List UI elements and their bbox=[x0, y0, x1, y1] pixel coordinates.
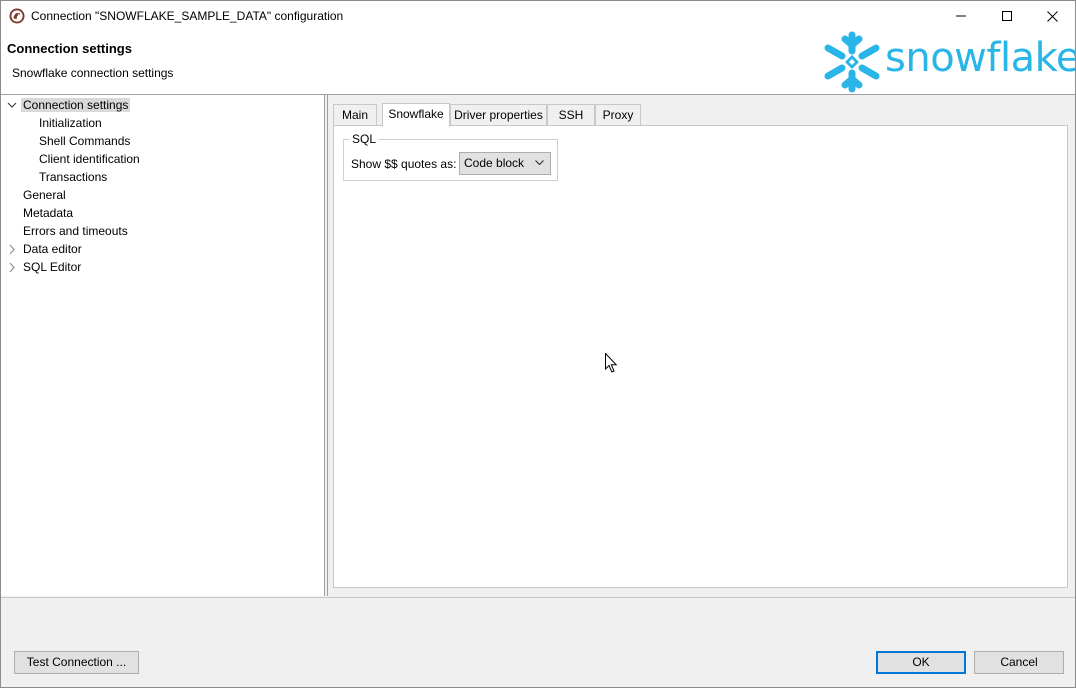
tree-item-initialization[interactable]: Initialization bbox=[37, 115, 104, 132]
minimize-icon bbox=[956, 15, 966, 17]
quotes-mode-select[interactable]: Code block bbox=[459, 152, 551, 175]
snowflake-tab-panel: SQL Show $$ quotes as: Code block bbox=[333, 125, 1068, 588]
dbeaver-app-icon bbox=[9, 8, 25, 24]
page-subtitle: Snowflake connection settings bbox=[12, 66, 174, 80]
tree-item-label: Initialization bbox=[39, 116, 102, 130]
minimize-button[interactable] bbox=[938, 1, 984, 31]
title-bar: Connection "SNOWFLAKE_SAMPLE_DATA" confi… bbox=[1, 1, 1075, 31]
tree-item-label: Errors and timeouts bbox=[23, 224, 128, 238]
tab-main[interactable]: Main bbox=[333, 104, 377, 125]
tab-snowflake[interactable]: Snowflake bbox=[382, 103, 450, 127]
sql-group: SQL Show $$ quotes as: Code block bbox=[343, 132, 558, 181]
ok-button[interactable]: OK bbox=[876, 651, 966, 674]
tree-item-shell-commands[interactable]: Shell Commands bbox=[37, 133, 132, 150]
tree-item-label: Client identification bbox=[39, 152, 140, 166]
maximize-icon bbox=[1002, 11, 1012, 21]
tree-item-metadata[interactable]: Metadata bbox=[21, 205, 75, 222]
quotes-mode-value: Code block bbox=[464, 156, 525, 170]
chevron-down-icon bbox=[535, 160, 544, 166]
close-button[interactable] bbox=[1029, 1, 1075, 31]
tree-item-label: SQL Editor bbox=[23, 260, 82, 274]
tree-item-label: Metadata bbox=[23, 206, 74, 220]
dialog-button-bar: Test Connection ... OK Cancel bbox=[1, 597, 1075, 687]
tree-item-sql-editor[interactable]: SQL Editor bbox=[9, 259, 83, 276]
window-title: Connection "SNOWFLAKE_SAMPLE_DATA" confi… bbox=[31, 9, 344, 23]
maximize-button[interactable] bbox=[984, 1, 1030, 31]
close-icon bbox=[1046, 10, 1058, 22]
panel-splitter[interactable] bbox=[325, 95, 328, 596]
sql-group-title: SQL bbox=[350, 132, 379, 146]
tab-driver-properties[interactable]: Driver properties bbox=[450, 104, 547, 125]
tree-item-label: Shell Commands bbox=[39, 134, 131, 148]
snowflake-logo: snowflake bbox=[819, 31, 1075, 93]
chevron-right-icon[interactable] bbox=[6, 241, 18, 258]
tree-item-label: Transactions bbox=[39, 170, 108, 184]
mouse-pointer-icon bbox=[605, 353, 618, 373]
chevron-down-icon[interactable] bbox=[6, 97, 18, 114]
cancel-button[interactable]: Cancel bbox=[974, 651, 1064, 674]
quotes-field-label: Show $$ quotes as: bbox=[351, 157, 457, 171]
tree-item-client-identification[interactable]: Client identification bbox=[37, 151, 142, 168]
snowflake-wordmark: snowflake bbox=[885, 35, 1076, 81]
snowflake-icon bbox=[824, 31, 880, 93]
tree-item-connection-settings[interactable]: Connection settings bbox=[7, 97, 131, 114]
tree-item-label: General bbox=[23, 188, 66, 202]
tree-item-general[interactable]: General bbox=[21, 187, 68, 204]
tree-item-label: Data editor bbox=[23, 242, 82, 256]
tab-ssh[interactable]: SSH bbox=[547, 104, 595, 125]
connection-config-dialog: Connection "SNOWFLAKE_SAMPLE_DATA" confi… bbox=[0, 0, 1076, 688]
tab-proxy[interactable]: Proxy bbox=[595, 104, 641, 125]
page-title: Connection settings bbox=[7, 41, 132, 56]
tree-item-errors-and-timeouts[interactable]: Errors and timeouts bbox=[21, 223, 130, 240]
settings-tree: Connection settings Initialization Shell… bbox=[1, 95, 325, 596]
tree-item-label: Connection settings bbox=[21, 98, 131, 112]
tree-item-transactions[interactable]: Transactions bbox=[37, 169, 109, 186]
chevron-right-icon[interactable] bbox=[6, 259, 18, 276]
test-connection-button[interactable]: Test Connection ... bbox=[14, 651, 139, 674]
tree-item-data-editor[interactable]: Data editor bbox=[9, 241, 84, 258]
dialog-header: Connection settings Snowflake connection… bbox=[1, 31, 1075, 95]
